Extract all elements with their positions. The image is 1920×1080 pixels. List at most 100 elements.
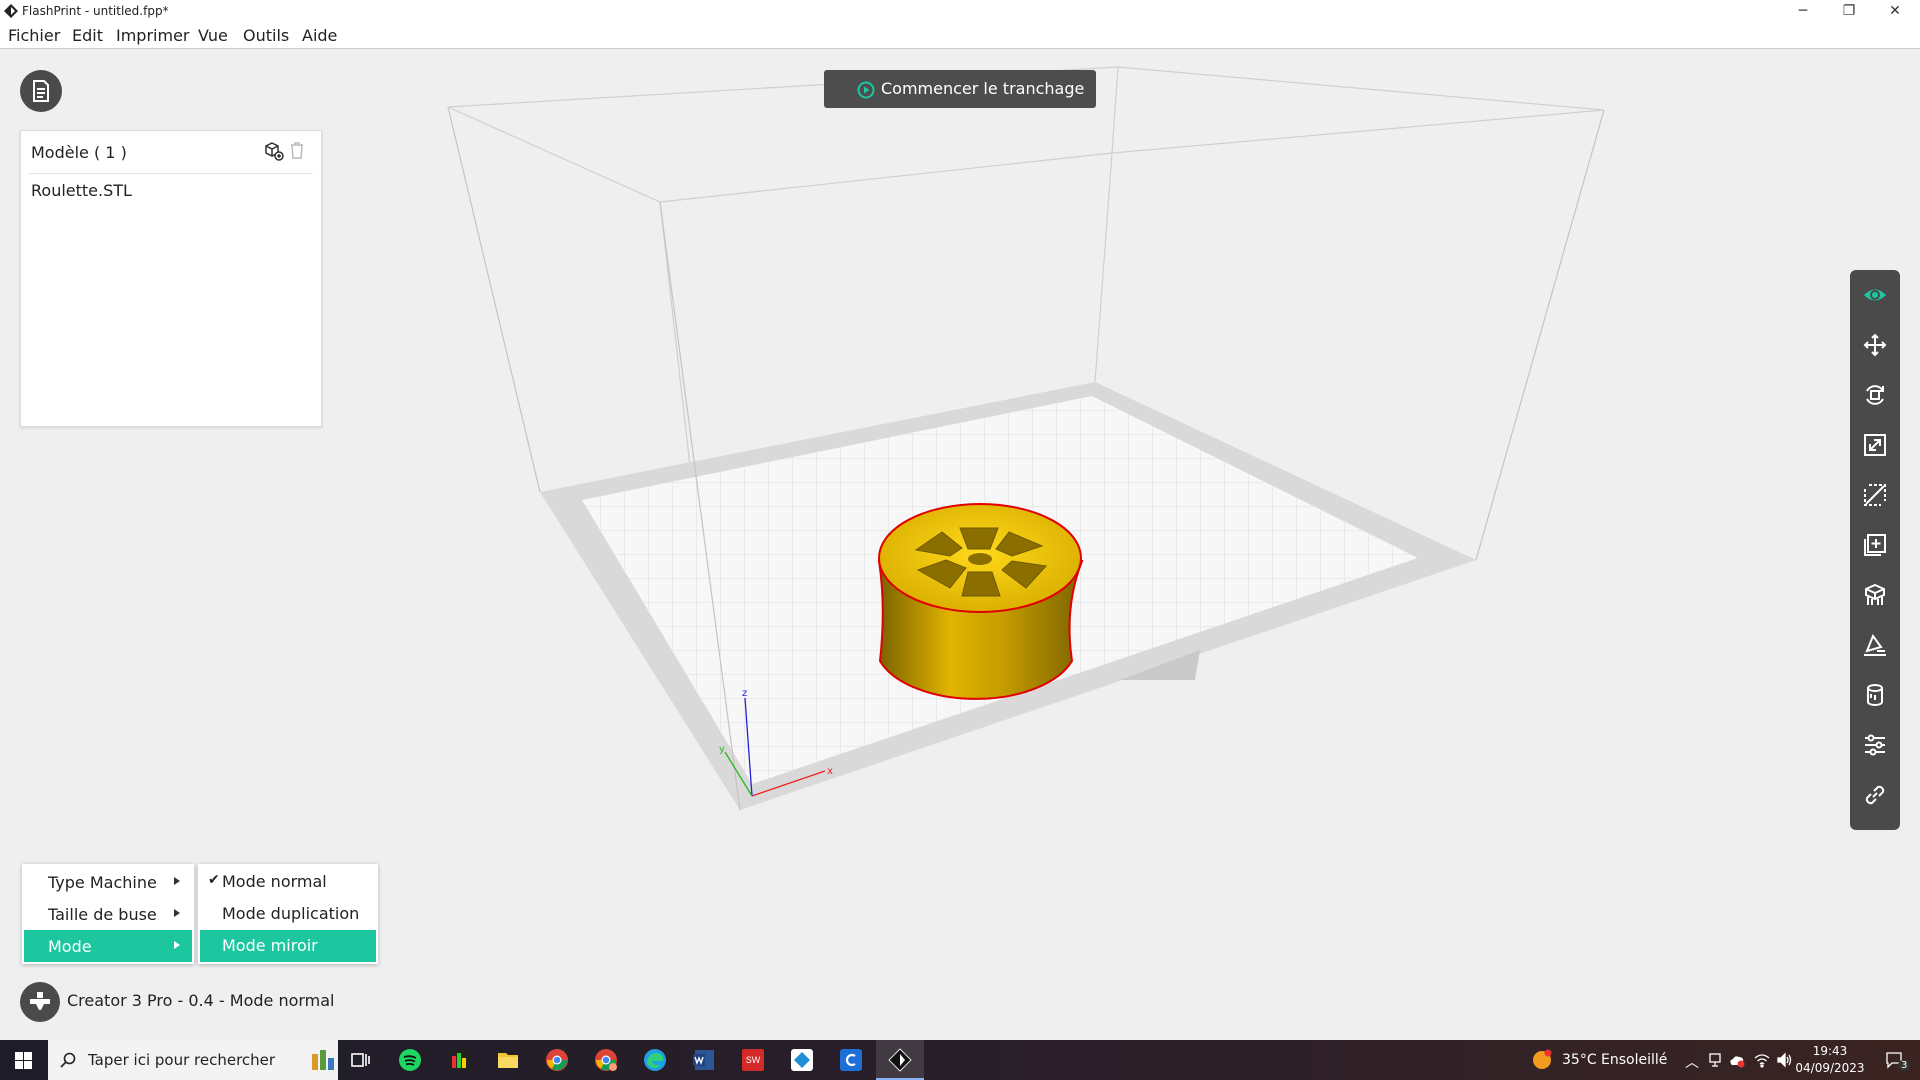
flashprint-taskbar-button[interactable] bbox=[876, 1040, 924, 1080]
menu-vue[interactable]: Vue bbox=[198, 26, 228, 45]
search-icon bbox=[60, 1052, 76, 1068]
menu-aide[interactable]: Aide bbox=[302, 26, 337, 45]
menu-item-mode[interactable]: Mode bbox=[24, 930, 192, 962]
submenu-arrow-icon bbox=[174, 909, 180, 917]
file-panel-button[interactable] bbox=[20, 70, 62, 112]
axis-x-label: x bbox=[827, 766, 833, 777]
close-button[interactable]: ✕ bbox=[1872, 0, 1918, 24]
search-placeholder: Taper ici pour rechercher bbox=[88, 1051, 276, 1069]
search-highlight-icon bbox=[312, 1050, 334, 1070]
onedrive-icon[interactable] bbox=[1728, 1052, 1746, 1068]
restore-button[interactable]: ❐ bbox=[1826, 0, 1872, 24]
menu-edit[interactable]: Edit bbox=[72, 26, 103, 45]
model-panel-title: Modèle ( 1 ) bbox=[31, 143, 127, 162]
model-list-item[interactable]: Roulette.STL bbox=[31, 181, 132, 200]
weather-text[interactable]: 35°C Ensoleillé bbox=[1562, 1052, 1667, 1068]
weather-sun-icon[interactable] bbox=[1530, 1048, 1554, 1072]
word-icon[interactable] bbox=[692, 1048, 716, 1072]
axis-z-label: z bbox=[742, 688, 747, 699]
chrome-profile-icon[interactable] bbox=[594, 1048, 618, 1072]
settings-sliders-icon bbox=[1865, 734, 1885, 756]
flashprint-logo-icon bbox=[4, 4, 18, 18]
nozzle-icon bbox=[30, 992, 50, 1010]
menu-item-type-machine[interactable]: Type Machine bbox=[24, 866, 192, 898]
lay-flat-icon bbox=[1864, 633, 1886, 656]
menu-item-label: Mode normal bbox=[222, 872, 327, 891]
title-bar: FlashPrint - untitled.fpp* ─ ❐ ✕ bbox=[0, 0, 1920, 24]
chrome-icon[interactable] bbox=[545, 1048, 569, 1072]
task-view-icon[interactable] bbox=[348, 1048, 372, 1072]
menu-item-label: Taille de buse bbox=[48, 905, 157, 924]
menu-item-label: Mode bbox=[48, 937, 92, 956]
3d-viewport[interactable]: x z y Modèle ( 1) Roulette.STL Commence… bbox=[0, 50, 1920, 1040]
svg-text:SW: SW bbox=[746, 1055, 761, 1065]
scale-icon bbox=[1864, 434, 1886, 456]
flashprint-icon bbox=[888, 1048, 912, 1072]
scale-tool-button[interactable] bbox=[1850, 420, 1900, 470]
taskbar-search-box[interactable]: Taper ici pour rechercher bbox=[48, 1040, 338, 1080]
menu-item-mode-miroir[interactable]: Mode miroir bbox=[200, 930, 376, 962]
menu-imprimer[interactable]: Imprimer bbox=[116, 26, 190, 45]
submenu-arrow-icon bbox=[174, 877, 180, 885]
machine-status-button[interactable] bbox=[20, 982, 60, 1022]
add-model-icon[interactable] bbox=[264, 141, 284, 161]
menu-item-label: Mode miroir bbox=[222, 936, 318, 955]
connect-tool-button[interactable] bbox=[1850, 770, 1900, 820]
menu-outils[interactable]: Outils bbox=[243, 26, 289, 45]
notification-center-button[interactable]: 3 bbox=[1876, 1040, 1916, 1080]
file-explorer-icon[interactable] bbox=[496, 1048, 520, 1072]
fusion-app-icon[interactable] bbox=[790, 1048, 814, 1072]
delete-model-icon[interactable] bbox=[289, 141, 305, 159]
studio-app-icon[interactable] bbox=[447, 1048, 471, 1072]
submenu-arrow-icon bbox=[174, 941, 180, 949]
hollow-icon bbox=[1867, 684, 1883, 706]
settings-tool-button[interactable] bbox=[1850, 720, 1900, 770]
solidworks-icon[interactable]: SW bbox=[741, 1048, 765, 1072]
start-slicing-button[interactable]: Commencer le tranchage bbox=[824, 70, 1096, 108]
mode-submenu: ✔ Mode normal Mode duplication Mode miroi… bbox=[198, 864, 378, 964]
model-roulette[interactable] bbox=[877, 503, 1084, 700]
panel-divider bbox=[29, 173, 313, 174]
edge-icon[interactable] bbox=[643, 1048, 667, 1072]
minimize-button[interactable]: ─ bbox=[1780, 0, 1826, 24]
windows-taskbar: Taper ici pour rechercher SW 35°C Ensole… bbox=[0, 1040, 1920, 1080]
start-slicing-label: Commencer le tranchage bbox=[881, 79, 1085, 98]
clock-date: 04/09/2023 bbox=[1795, 1061, 1865, 1075]
start-button[interactable] bbox=[0, 1040, 48, 1080]
spotify-icon[interactable] bbox=[398, 1048, 422, 1072]
display-icon[interactable] bbox=[1707, 1052, 1723, 1068]
right-toolbar bbox=[1850, 270, 1900, 830]
system-clock[interactable]: 19:43 04/09/2023 bbox=[1790, 1043, 1870, 1077]
cut-tool-button[interactable] bbox=[1850, 470, 1900, 520]
show-hidden-icons-icon[interactable]: ︿ bbox=[1685, 1052, 1699, 1072]
window-title: FlashPrint - untitled.fpp* bbox=[22, 4, 169, 18]
cura-app-icon[interactable] bbox=[839, 1048, 863, 1072]
menu-item-label: Mode duplication bbox=[222, 904, 360, 923]
add-part-tool-button[interactable] bbox=[1850, 520, 1900, 570]
notification-count-badge: 3 bbox=[1898, 1060, 1911, 1071]
axis-y-label: y bbox=[719, 744, 725, 755]
menu-item-mode-duplication[interactable]: Mode duplication bbox=[200, 898, 376, 930]
hollow-tool-button[interactable] bbox=[1850, 670, 1900, 720]
model-list-panel: Modèle ( 1 ) Roulette.STL bbox=[20, 130, 322, 427]
lay-flat-tool-button[interactable] bbox=[1850, 620, 1900, 670]
menu-bar: Fichier Edit Imprimer Vue Outils Aide bbox=[0, 24, 1920, 49]
checkmark-icon: ✔ bbox=[208, 872, 220, 888]
eye-icon bbox=[1864, 289, 1886, 301]
rotate-tool-button[interactable] bbox=[1850, 370, 1900, 420]
supports-tool-button[interactable] bbox=[1850, 570, 1900, 620]
clock-time: 19:43 bbox=[1812, 1044, 1848, 1058]
menu-fichier[interactable]: Fichier bbox=[8, 26, 60, 45]
rotate-icon bbox=[1866, 385, 1884, 405]
menu-item-taille-de-buse[interactable]: Taille de buse bbox=[24, 898, 192, 930]
move-tool-button[interactable] bbox=[1850, 320, 1900, 370]
supports-icon bbox=[1865, 583, 1885, 605]
machine-settings-menu: Type Machine Taille de buse Mode bbox=[22, 864, 194, 964]
windows-logo-icon bbox=[15, 1052, 32, 1069]
play-circle-icon bbox=[857, 81, 875, 99]
move-icon bbox=[1863, 333, 1887, 357]
wifi-icon[interactable] bbox=[1754, 1052, 1770, 1068]
menu-item-mode-normal[interactable]: ✔ Mode normal bbox=[200, 866, 376, 898]
view-tool-button[interactable] bbox=[1850, 270, 1900, 320]
document-icon bbox=[33, 80, 49, 102]
